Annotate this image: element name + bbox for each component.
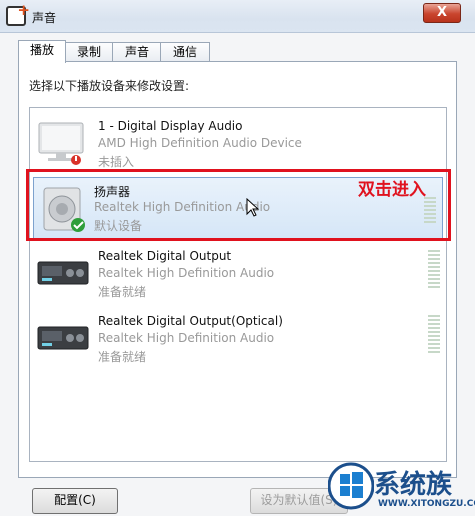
prompt-text: 选择以下播放设备来修改设置:	[29, 79, 190, 93]
tab-playback[interactable]: 播放	[18, 40, 66, 63]
windows-logo-icon	[328, 462, 374, 510]
device-status: 未插入	[98, 155, 135, 169]
volume-meter	[428, 315, 440, 355]
title-bar: + 声音 X	[0, 0, 475, 33]
watermark: 系统族 WWW.XITONGZU.COM	[328, 458, 475, 516]
optical-output-icon	[37, 326, 89, 350]
device-item-digital-display[interactable]: 1 - Digital Display Audio AMD High Defin…	[30, 112, 446, 176]
tab-recording[interactable]: 录制	[64, 42, 114, 61]
digital-output-icon	[37, 261, 89, 285]
device-name: Realtek Digital Output	[98, 249, 232, 263]
tab-communications[interactable]: 通信	[160, 42, 210, 61]
device-name: 1 - Digital Display Audio	[98, 119, 243, 133]
device-driver: AMD High Definition Audio Device	[98, 136, 302, 150]
playback-panel: 选择以下播放设备来修改设置: 1 - Digital Display Audio…	[18, 61, 457, 478]
device-list[interactable]: 1 - Digital Display Audio AMD High Defin…	[29, 107, 447, 462]
device-driver: Realtek High Definition Audio	[98, 266, 275, 280]
annotation-label: 双击进入	[358, 180, 426, 200]
tab-sounds[interactable]: 声音	[112, 42, 162, 61]
monitor-speaker-icon	[38, 122, 84, 165]
watermark-url: WWW.XITONGZU.COM	[378, 499, 475, 509]
device-item-digital-output[interactable]: Realtek Digital Output Realtek High Defi…	[30, 242, 446, 306]
device-driver: Realtek High Definition Audio	[98, 331, 275, 345]
device-name: Realtek Digital Output(Optical)	[98, 314, 283, 328]
sound-app-icon: +	[6, 1, 30, 26]
device-item-optical-output[interactable]: Realtek Digital Output(Optical) Realtek …	[30, 307, 446, 371]
configure-button[interactable]: 配置(C)	[32, 488, 118, 514]
volume-meter	[428, 250, 440, 290]
device-status: 准备就绪	[98, 350, 147, 364]
device-status: 准备就绪	[98, 285, 147, 299]
watermark-brand: 系统族	[374, 470, 453, 500]
close-button[interactable]: X	[423, 3, 461, 23]
window-title: 声音	[32, 11, 57, 25]
